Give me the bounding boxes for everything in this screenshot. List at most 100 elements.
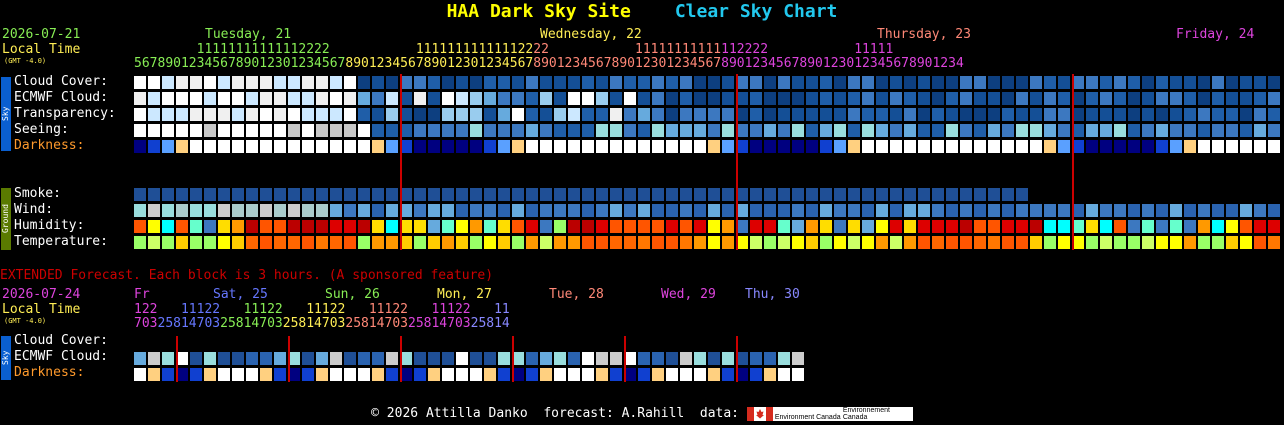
humidity-cell[interactable] [582, 220, 594, 233]
forecast-cell[interactable] [540, 76, 552, 89]
forecast-cell[interactable] [582, 108, 594, 121]
wind-cell[interactable] [890, 204, 902, 217]
forecast-cell[interactable] [204, 124, 216, 137]
humidity-cell[interactable] [512, 220, 524, 233]
forecast-cell[interactable] [484, 124, 496, 137]
wind-cell[interactable] [1254, 204, 1266, 217]
ext-ecmwf-cell[interactable] [246, 352, 258, 365]
darkness-cell[interactable] [848, 140, 860, 153]
wind-cell[interactable] [358, 204, 370, 217]
forecast-cell[interactable] [456, 124, 468, 137]
smoke-cell[interactable] [596, 188, 608, 201]
forecast-cell[interactable] [1240, 92, 1252, 105]
forecast-cell[interactable] [806, 76, 818, 89]
humidity-cell[interactable] [218, 220, 230, 233]
forecast-cell[interactable] [1156, 108, 1168, 121]
humidity-cell[interactable] [750, 220, 762, 233]
humidity-cell[interactable] [1002, 220, 1014, 233]
forecast-cell[interactable] [1156, 76, 1168, 89]
darkness-cell[interactable] [148, 140, 160, 153]
wind-cell[interactable] [862, 204, 874, 217]
forecast-cell[interactable] [1184, 124, 1196, 137]
darkness-cell[interactable] [1114, 140, 1126, 153]
forecast-cell[interactable] [190, 108, 202, 121]
darkness-cell[interactable] [652, 140, 664, 153]
forecast-cell[interactable] [750, 124, 762, 137]
temperature-cell[interactable] [1198, 236, 1210, 249]
forecast-cell[interactable] [932, 108, 944, 121]
forecast-cell[interactable] [1142, 92, 1154, 105]
darkness-cell[interactable] [456, 140, 468, 153]
smoke-cell[interactable] [386, 188, 398, 201]
ext-darkness-cell[interactable] [778, 368, 790, 381]
darkness-cell[interactable] [1002, 140, 1014, 153]
ext-darkness-cell[interactable] [218, 368, 230, 381]
midnight-line[interactable] [736, 74, 738, 250]
humidity-cell[interactable] [1198, 220, 1210, 233]
darkness-cell[interactable] [834, 140, 846, 153]
forecast-cell[interactable] [498, 76, 510, 89]
ext-darkness-cell[interactable] [204, 368, 216, 381]
forecast-cell[interactable] [414, 76, 426, 89]
forecast-cell[interactable] [316, 108, 328, 121]
forecast-cell[interactable] [540, 92, 552, 105]
darkness-cell[interactable] [1212, 140, 1224, 153]
midnight-line[interactable] [1072, 74, 1074, 250]
darkness-cell[interactable] [1142, 140, 1154, 153]
smoke-cell[interactable] [288, 188, 300, 201]
wind-cell[interactable] [1198, 204, 1210, 217]
forecast-cell[interactable] [288, 108, 300, 121]
darkness-cell[interactable] [722, 140, 734, 153]
forecast-cell[interactable] [582, 92, 594, 105]
wind-cell[interactable] [498, 204, 510, 217]
forecast-cell[interactable] [666, 76, 678, 89]
darkness-cell[interactable] [610, 140, 622, 153]
forecast-cell[interactable] [764, 76, 776, 89]
forecast-cell[interactable] [596, 92, 608, 105]
smoke-cell[interactable] [498, 188, 510, 201]
forecast-cell[interactable] [386, 92, 398, 105]
darkness-cell[interactable] [232, 140, 244, 153]
ext-darkness-cell[interactable] [232, 368, 244, 381]
ext-darkness-cell[interactable] [442, 368, 454, 381]
forecast-cell[interactable] [1212, 76, 1224, 89]
wind-cell[interactable] [722, 204, 734, 217]
forecast-cell[interactable] [148, 124, 160, 137]
humidity-cell[interactable] [904, 220, 916, 233]
forecast-cell[interactable] [162, 92, 174, 105]
smoke-cell[interactable] [190, 188, 202, 201]
ext-midnight-line[interactable] [400, 336, 402, 382]
darkness-cell[interactable] [1240, 140, 1252, 153]
forecast-cell[interactable] [134, 124, 146, 137]
ext-darkness-cell[interactable] [568, 368, 580, 381]
ext-darkness-cell[interactable] [162, 368, 174, 381]
wind-cell[interactable] [232, 204, 244, 217]
forecast-cell[interactable] [974, 76, 986, 89]
forecast-cell[interactable] [498, 124, 510, 137]
temperature-cell[interactable] [1170, 236, 1182, 249]
wind-cell[interactable] [694, 204, 706, 217]
ext-ecmwf-cell[interactable] [232, 352, 244, 365]
humidity-cell[interactable] [1254, 220, 1266, 233]
temperature-cell[interactable] [638, 236, 650, 249]
forecast-cell[interactable] [1268, 92, 1280, 105]
forecast-cell[interactable] [1212, 108, 1224, 121]
temperature-cell[interactable] [344, 236, 356, 249]
temperature-cell[interactable] [484, 236, 496, 249]
smoke-cell[interactable] [302, 188, 314, 201]
forecast-cell[interactable] [890, 92, 902, 105]
forecast-cell[interactable] [470, 92, 482, 105]
forecast-cell[interactable] [1128, 108, 1140, 121]
forecast-cell[interactable] [330, 76, 342, 89]
forecast-cell[interactable] [1268, 76, 1280, 89]
forecast-cell[interactable] [1184, 108, 1196, 121]
temperature-cell[interactable] [974, 236, 986, 249]
wind-cell[interactable] [484, 204, 496, 217]
darkness-cell[interactable] [162, 140, 174, 153]
darkness-cell[interactable] [1044, 140, 1056, 153]
forecast-cell[interactable] [442, 124, 454, 137]
temperature-cell[interactable] [470, 236, 482, 249]
ext-darkness-cell[interactable] [540, 368, 552, 381]
forecast-cell[interactable] [428, 124, 440, 137]
wind-cell[interactable] [974, 204, 986, 217]
